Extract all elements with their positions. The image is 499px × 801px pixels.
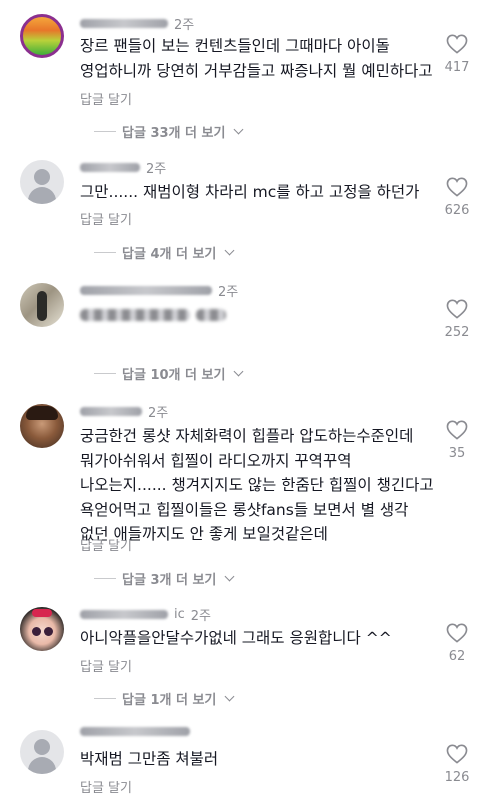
heart-outline-icon bbox=[446, 623, 468, 643]
username-suffix[interactable]: ic bbox=[174, 607, 185, 622]
divider bbox=[94, 252, 116, 253]
username-blurred[interactable] bbox=[80, 727, 190, 736]
like-button[interactable]: 62 bbox=[437, 623, 477, 664]
comment-text: 궁금한건 롱샷 자체화력이 힙플라 압도하는수준인데 뭐가아쉬워서 힙찔이 라디… bbox=[80, 427, 434, 543]
username-blurred[interactable] bbox=[80, 610, 168, 619]
view-more-label: 답글 4개 더 보기 bbox=[122, 247, 217, 262]
like-count: 626 bbox=[444, 203, 470, 218]
heart-outline-icon bbox=[446, 744, 468, 764]
avatar[interactable] bbox=[20, 404, 64, 448]
view-more-replies[interactable]: 답글 4개 더 보기 bbox=[94, 243, 235, 262]
heart-outline-icon bbox=[446, 34, 468, 54]
reply-button[interactable]: 답글 달기 bbox=[80, 89, 132, 108]
reply-button[interactable]: 답글 달기 bbox=[80, 777, 132, 796]
divider bbox=[94, 373, 116, 374]
timestamp: 2주 bbox=[218, 285, 239, 300]
divider bbox=[94, 698, 116, 699]
avatar[interactable] bbox=[20, 14, 64, 58]
view-more-replies[interactable]: 답글 1개 더 보기 bbox=[94, 689, 235, 708]
like-count: 126 bbox=[444, 770, 470, 785]
chevron-down-icon bbox=[233, 366, 244, 377]
divider bbox=[94, 131, 116, 132]
like-count: 417 bbox=[444, 60, 470, 75]
heart-outline-icon bbox=[446, 177, 468, 197]
timestamp: 2주 bbox=[146, 162, 167, 177]
heart-outline-icon bbox=[446, 299, 468, 319]
like-count: 35 bbox=[448, 446, 466, 461]
chevron-down-icon bbox=[224, 691, 235, 702]
username-blurred[interactable] bbox=[80, 163, 140, 172]
avatar[interactable] bbox=[20, 283, 64, 327]
view-more-replies[interactable]: 답글 33개 더 보기 bbox=[94, 122, 244, 141]
comment-text-blurred bbox=[80, 309, 190, 321]
like-button[interactable]: 126 bbox=[437, 744, 477, 785]
like-count: 252 bbox=[444, 325, 470, 340]
comment-text: 그만...... 재범이형 차라리 mc를 하고 고정을 하던가 bbox=[80, 183, 420, 201]
comment-text-blurred bbox=[196, 309, 226, 321]
view-more-replies[interactable]: 답글 3개 더 보기 bbox=[94, 569, 235, 588]
view-more-replies[interactable]: 답글 10개 더 보기 bbox=[94, 364, 244, 383]
comment-meta: ic 2주 bbox=[80, 605, 211, 624]
reply-button[interactable]: 답글 달기 bbox=[80, 209, 132, 228]
comment-meta: 2주 bbox=[80, 281, 238, 300]
view-more-label: 답글 1개 더 보기 bbox=[122, 693, 217, 708]
comment-meta: 2주 bbox=[80, 158, 166, 177]
username-blurred[interactable] bbox=[80, 286, 212, 295]
comment-text: 아니악플을안달수가없네 그래도 응원합니다 ^^ bbox=[80, 629, 392, 647]
username-blurred[interactable] bbox=[80, 19, 168, 28]
reply-button[interactable]: 답글 달기 bbox=[80, 535, 132, 554]
timestamp: 2주 bbox=[190, 609, 211, 624]
like-button[interactable]: 35 bbox=[437, 420, 477, 461]
comment-meta bbox=[80, 727, 190, 736]
view-more-label: 답글 33개 더 보기 bbox=[122, 126, 226, 141]
username-blurred[interactable] bbox=[80, 407, 142, 416]
timestamp: 2주 bbox=[148, 406, 169, 421]
avatar[interactable] bbox=[20, 160, 64, 204]
chevron-down-icon bbox=[224, 571, 235, 582]
like-button[interactable]: 252 bbox=[437, 299, 477, 340]
like-count: 62 bbox=[448, 649, 466, 664]
chevron-down-icon bbox=[224, 245, 235, 256]
reply-button[interactable]: 답글 달기 bbox=[80, 656, 132, 675]
chevron-down-icon bbox=[233, 124, 244, 135]
like-button[interactable]: 626 bbox=[437, 177, 477, 218]
like-button[interactable]: 417 bbox=[437, 34, 477, 75]
avatar[interactable] bbox=[20, 607, 64, 651]
comment-text: 장르 팬들이 보는 컨텐츠들인데 그때마다 아이돌 영업하니까 당연히 거부감들… bbox=[80, 37, 433, 80]
heart-outline-icon bbox=[446, 420, 468, 440]
comment-meta: 2주 bbox=[80, 14, 194, 33]
view-more-label: 답글 3개 더 보기 bbox=[122, 573, 217, 588]
avatar[interactable] bbox=[20, 730, 64, 774]
timestamp: 2주 bbox=[174, 18, 195, 33]
comment-meta: 2주 bbox=[80, 402, 168, 421]
comment-text: 박재범 그만좀 쳐불러 bbox=[80, 750, 219, 768]
view-more-label: 답글 10개 더 보기 bbox=[122, 368, 226, 383]
divider bbox=[94, 578, 116, 579]
